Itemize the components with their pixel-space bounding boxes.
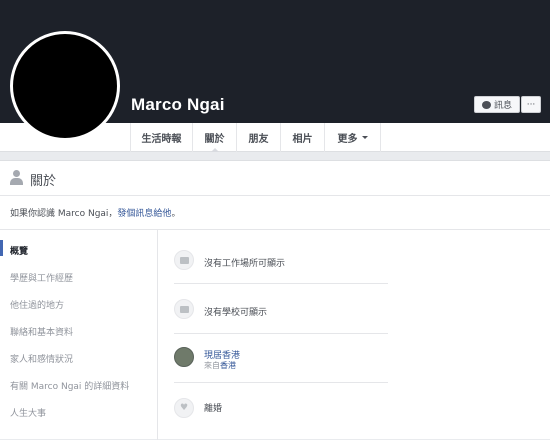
- about-title: 關於: [30, 174, 57, 189]
- notice-suffix: 。: [171, 209, 181, 219]
- row-divider: [174, 333, 388, 334]
- profile-name[interactable]: Marco Ngai: [131, 95, 225, 115]
- row-divider: [174, 382, 388, 383]
- hometown-link[interactable]: 香港: [220, 361, 236, 370]
- location-photo-icon[interactable]: [174, 347, 194, 367]
- active-indicator: [0, 240, 3, 256]
- from-prefix: 來自: [204, 361, 220, 370]
- message-button-label: 訊息: [493, 101, 512, 111]
- about-header: 關於: [0, 161, 550, 196]
- sidebar-item-places[interactable]: 他住過的地方: [10, 298, 64, 311]
- overview-school: 沒有學校可顯示: [174, 299, 388, 323]
- overview-location: 現居香港 來自香港: [174, 347, 388, 373]
- messenger-icon: [481, 100, 491, 109]
- sidebar-item-details[interactable]: 有關 Marco Ngai 的詳細資料: [10, 379, 129, 392]
- person-icon: [9, 170, 23, 186]
- more-options-button[interactable]: ···: [521, 96, 541, 113]
- send-message-link[interactable]: 發個訊息給他: [117, 209, 171, 219]
- about-notice: 如果你認識 Marco Ngai，發個訊息給他。: [10, 206, 180, 219]
- tab-photos[interactable]: 相片: [281, 123, 325, 152]
- avatar[interactable]: [10, 31, 120, 141]
- sidebar-item-life-events[interactable]: 人生大事: [10, 406, 46, 419]
- notice-text: 如果你認識 Marco Ngai，: [10, 209, 118, 219]
- work-text: 沒有工作場所可顯示: [204, 259, 286, 269]
- sidebar-item-overview[interactable]: 概覽: [10, 244, 28, 257]
- tab-about[interactable]: 關於: [193, 123, 237, 152]
- overview-work: 沒有工作場所可顯示: [174, 250, 388, 274]
- sidebar-item-work-education[interactable]: 學歷與工作經歷: [10, 271, 73, 284]
- location-from: 來自香港: [204, 360, 236, 371]
- about-panel: 關於 如果你認識 Marco Ngai，發個訊息給他。 概覽 學歷與工作經歷 他…: [0, 160, 550, 440]
- school-icon: [174, 299, 194, 319]
- row-divider: [174, 283, 388, 284]
- tab-more-label: 更多: [337, 134, 358, 145]
- briefcase-icon: [174, 250, 194, 270]
- sidebar-item-family[interactable]: 家人和感情狀況: [10, 352, 73, 365]
- caret-down-icon: [361, 136, 368, 139]
- school-text: 沒有學校可顯示: [204, 308, 268, 318]
- tab-friends[interactable]: 朋友: [237, 123, 281, 152]
- relationship-text: 離婚: [204, 404, 223, 414]
- overview-relationship: ♥ 離婚: [174, 398, 388, 422]
- tab-more[interactable]: 更多: [325, 123, 381, 152]
- sidebar-item-contact-info[interactable]: 聯絡和基本資料: [10, 325, 73, 338]
- message-button[interactable]: 訊息: [474, 96, 520, 113]
- tab-timeline[interactable]: 生活時報: [130, 123, 193, 152]
- about-sidebar: 概覽 學歷與工作經歷 他住過的地方 聯絡和基本資料 家人和感情狀況 有關 Mar…: [0, 230, 158, 440]
- heart-icon: ♥: [174, 398, 194, 418]
